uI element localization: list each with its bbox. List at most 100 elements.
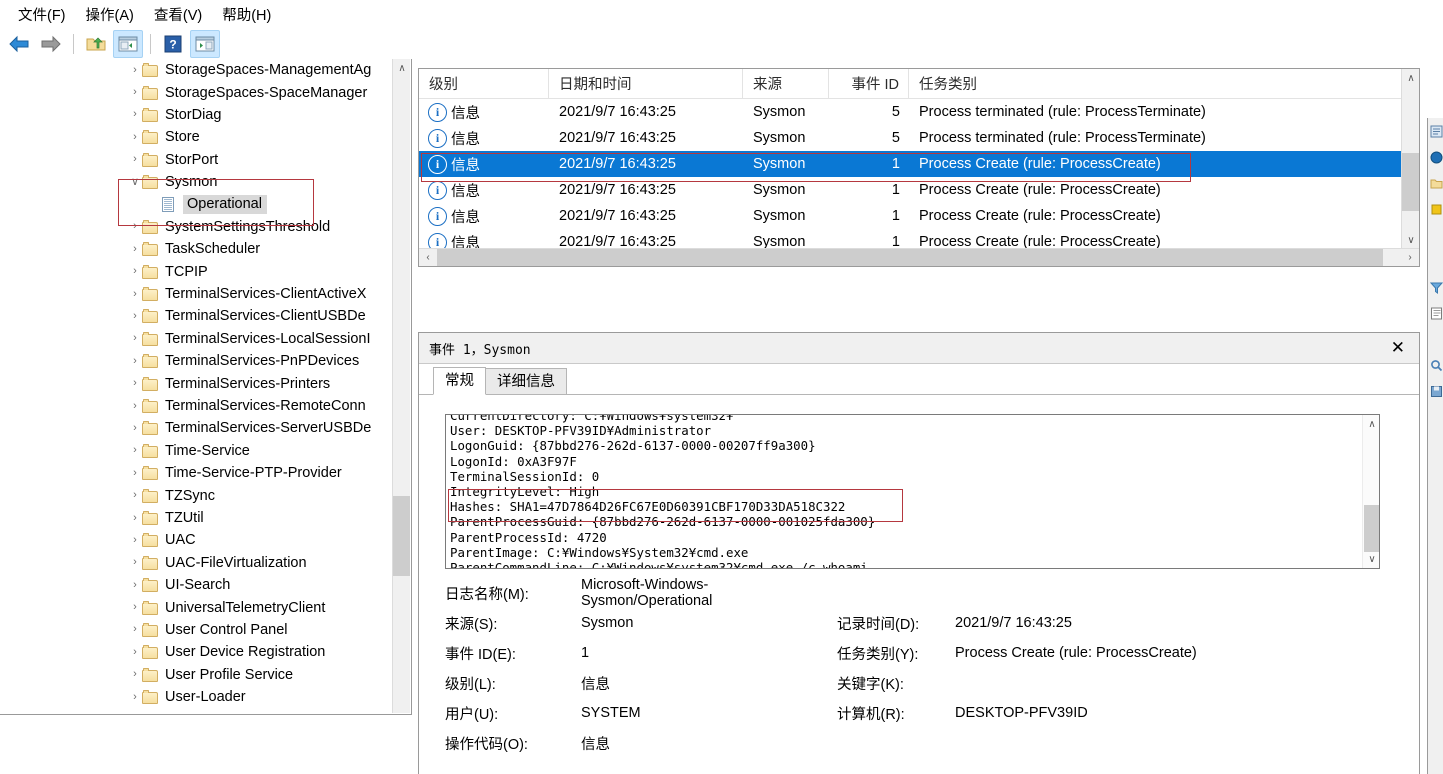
tree-item-storagespaces-spacemanager[interactable]: › StorageSpaces-SpaceManager <box>0 81 391 103</box>
chevron-right-icon[interactable]: › <box>128 557 142 568</box>
tree-item-ui-search[interactable]: › UI-Search <box>0 574 391 596</box>
message-scroll-up-button[interactable]: ∧ <box>1363 415 1379 433</box>
actions-item-save-events[interactable] <box>1428 378 1443 404</box>
chevron-right-icon[interactable]: › <box>128 109 142 120</box>
tree-item-uac-filevirtualization[interactable]: › UAC-FileVirtualization <box>0 552 391 574</box>
column-header-0[interactable]: 级别 <box>419 69 549 98</box>
actions-item-properties[interactable] <box>1428 300 1443 326</box>
message-scroll-thumb[interactable] <box>1364 505 1379 552</box>
back-button[interactable] <box>4 30 34 58</box>
forward-button[interactable] <box>36 30 66 58</box>
event-list-scroll-down-button[interactable]: ∨ <box>1402 231 1420 249</box>
show-console-tree-button[interactable] <box>113 30 143 58</box>
tree-item-universaltelemetryclient[interactable]: › UniversalTelemetryClient <box>0 596 391 618</box>
table-row[interactable]: i 信息 2021/9/7 16:43:25 Sysmon 5 Process termi… <box>419 125 1419 151</box>
chevron-right-icon[interactable]: › <box>128 669 142 680</box>
actions-item-import-view[interactable] <box>1428 170 1443 196</box>
table-row[interactable]: i 信息 2021/9/7 16:43:25 Sysmon 1 Process Creat… <box>419 177 1419 203</box>
tab-0[interactable]: 常规 <box>433 367 486 395</box>
chevron-right-icon[interactable]: › <box>128 602 142 613</box>
actions-item-open-saved-log[interactable] <box>1428 118 1443 144</box>
event-message-box[interactable]: CurrentDirectory: C:¥Windows¥system32¥ U… <box>445 414 1380 569</box>
chevron-right-icon[interactable]: › <box>128 355 142 367</box>
tree-item-uac[interactable]: › UAC <box>0 529 391 551</box>
close-icon[interactable]: ✕ <box>1387 338 1409 358</box>
tree-scroll-up-button[interactable]: ∧ <box>393 59 411 77</box>
tree-item-terminalservices-pnpdevices[interactable]: › TerminalServices-PnPDevices <box>0 350 391 372</box>
table-row[interactable]: i 信息 2021/9/7 16:43:25 Sysmon 1 Process Creat… <box>419 203 1419 229</box>
chevron-right-icon[interactable]: › <box>128 154 142 165</box>
tree-item-storport[interactable]: › StorPort <box>0 149 391 171</box>
menu-action[interactable]: 操作(A) <box>76 1 144 28</box>
chevron-right-icon[interactable]: › <box>128 691 142 703</box>
tree-item-operational[interactable]: Operational <box>0 193 391 215</box>
chevron-right-icon[interactable]: › <box>128 400 142 412</box>
event-list-hscroll-thumb[interactable] <box>437 249 1383 266</box>
chevron-right-icon[interactable]: › <box>128 131 142 143</box>
actions-pane[interactable] <box>1427 118 1443 774</box>
event-list-scroll-left-button[interactable]: ‹ <box>419 249 437 267</box>
console-tree[interactable]: › StorageSpaces-ManagementAg › StorageSpace… <box>0 59 391 715</box>
actions-item-create-view[interactable] <box>1428 144 1443 170</box>
up-one-level-button[interactable] <box>81 30 111 58</box>
show-action-pane-button[interactable] <box>190 30 220 58</box>
tree-item-sysmon[interactable]: ∨ Sysmon <box>0 171 391 193</box>
chevron-right-icon[interactable]: › <box>128 512 142 524</box>
tree-item-user-loader[interactable]: › User-Loader <box>0 686 391 708</box>
tree-item-terminalservices-clientusbde[interactable]: › TerminalServices-ClientUSBDe <box>0 305 391 327</box>
tree-item-terminalservices-printers[interactable]: › TerminalServices-Printers <box>0 372 391 394</box>
chevron-right-icon[interactable]: › <box>128 467 142 479</box>
event-detail-tabs[interactable]: 常规 详细信息 <box>419 364 1419 395</box>
tree-item-user-control-panel[interactable]: › User Control Panel <box>0 619 391 641</box>
message-scroll-down-button[interactable]: ∨ <box>1363 550 1379 568</box>
event-list-scroll-right-button[interactable]: › <box>1401 249 1419 267</box>
tree-item-terminalservices-serverusbde[interactable]: › TerminalServices-ServerUSBDe <box>0 417 391 439</box>
tree-item-terminalservices-clientactivex[interactable]: › TerminalServices-ClientActiveX <box>0 283 391 305</box>
menu-help[interactable]: 帮助(H) <box>212 1 281 28</box>
table-row[interactable]: i 信息 2021/9/7 16:43:25 Sysmon 5 Process termi… <box>419 99 1419 125</box>
chevron-right-icon[interactable]: › <box>128 266 142 277</box>
tree-item-user-profile-service[interactable]: › User Profile Service <box>0 664 391 686</box>
chevron-right-icon[interactable]: › <box>128 422 142 434</box>
tree-item-user-device-registration[interactable]: › User Device Registration <box>0 641 391 663</box>
column-header-1[interactable]: 日期和时间 <box>549 69 743 98</box>
event-message-scrollbar[interactable]: ∧ ∨ <box>1362 415 1379 568</box>
tree-item-systemsettingsthreshold[interactable]: › SystemSettingsThreshold <box>0 216 391 238</box>
menu-file[interactable]: 文件(F) <box>8 1 76 28</box>
tree-item-storagespaces-managementag[interactable]: › StorageSpaces-ManagementAg <box>0 59 391 81</box>
chevron-right-icon[interactable]: › <box>128 624 142 635</box>
table-row[interactable]: i 信息 2021/9/7 16:43:25 Sysmon 1 Process Creat… <box>419 151 1419 177</box>
help-button[interactable]: ? <box>158 30 188 58</box>
column-header-3[interactable]: 事件 ID <box>829 69 909 98</box>
chevron-right-icon[interactable]: › <box>128 87 142 98</box>
tree-vertical-scrollbar[interactable]: ∧ <box>392 59 410 713</box>
tab-1[interactable]: 详细信息 <box>485 368 567 394</box>
chevron-right-icon[interactable]: › <box>128 288 142 300</box>
menu-view[interactable]: 查看(V) <box>144 1 212 28</box>
tree-item-terminalservices-remoteconn[interactable]: › TerminalServices-RemoteConn <box>0 395 391 417</box>
chevron-right-icon[interactable]: › <box>128 378 142 389</box>
tree-scroll-thumb[interactable] <box>393 496 410 576</box>
chevron-right-icon[interactable]: › <box>128 333 142 344</box>
chevron-right-icon[interactable]: › <box>128 534 142 546</box>
chevron-right-icon[interactable]: › <box>128 579 142 591</box>
tree-item-tzsync[interactable]: › TZSync <box>0 484 391 506</box>
chevron-right-icon[interactable]: › <box>128 445 142 456</box>
event-list-scroll-thumb[interactable] <box>1402 153 1419 211</box>
actions-item-filter-log[interactable] <box>1428 274 1443 300</box>
chevron-right-icon[interactable]: › <box>128 310 142 322</box>
event-list-scroll-up-button[interactable]: ∧ <box>1402 69 1420 87</box>
tree-item-tcpip[interactable]: › TCPIP <box>0 261 391 283</box>
tree-item-stordiag[interactable]: › StorDiag <box>0 104 391 126</box>
actions-item-clear-log[interactable] <box>1428 196 1443 222</box>
column-header-2[interactable]: 来源 <box>743 69 829 98</box>
tree-item-tzutil[interactable]: › TZUtil <box>0 507 391 529</box>
tree-item-time-service[interactable]: › Time-Service <box>0 440 391 462</box>
chevron-right-icon[interactable]: › <box>128 221 142 232</box>
table-row[interactable]: i 信息 2021/9/7 16:43:25 Sysmon 1 Process Creat… <box>419 229 1419 250</box>
chevron-right-icon[interactable]: › <box>128 64 142 76</box>
chevron-right-icon[interactable]: › <box>128 646 142 658</box>
chevron-down-icon[interactable]: ∨ <box>128 176 142 188</box>
chevron-right-icon[interactable]: › <box>128 490 142 501</box>
event-list-rows[interactable]: i 信息 2021/9/7 16:43:25 Sysmon 5 Process termi… <box>419 99 1419 250</box>
